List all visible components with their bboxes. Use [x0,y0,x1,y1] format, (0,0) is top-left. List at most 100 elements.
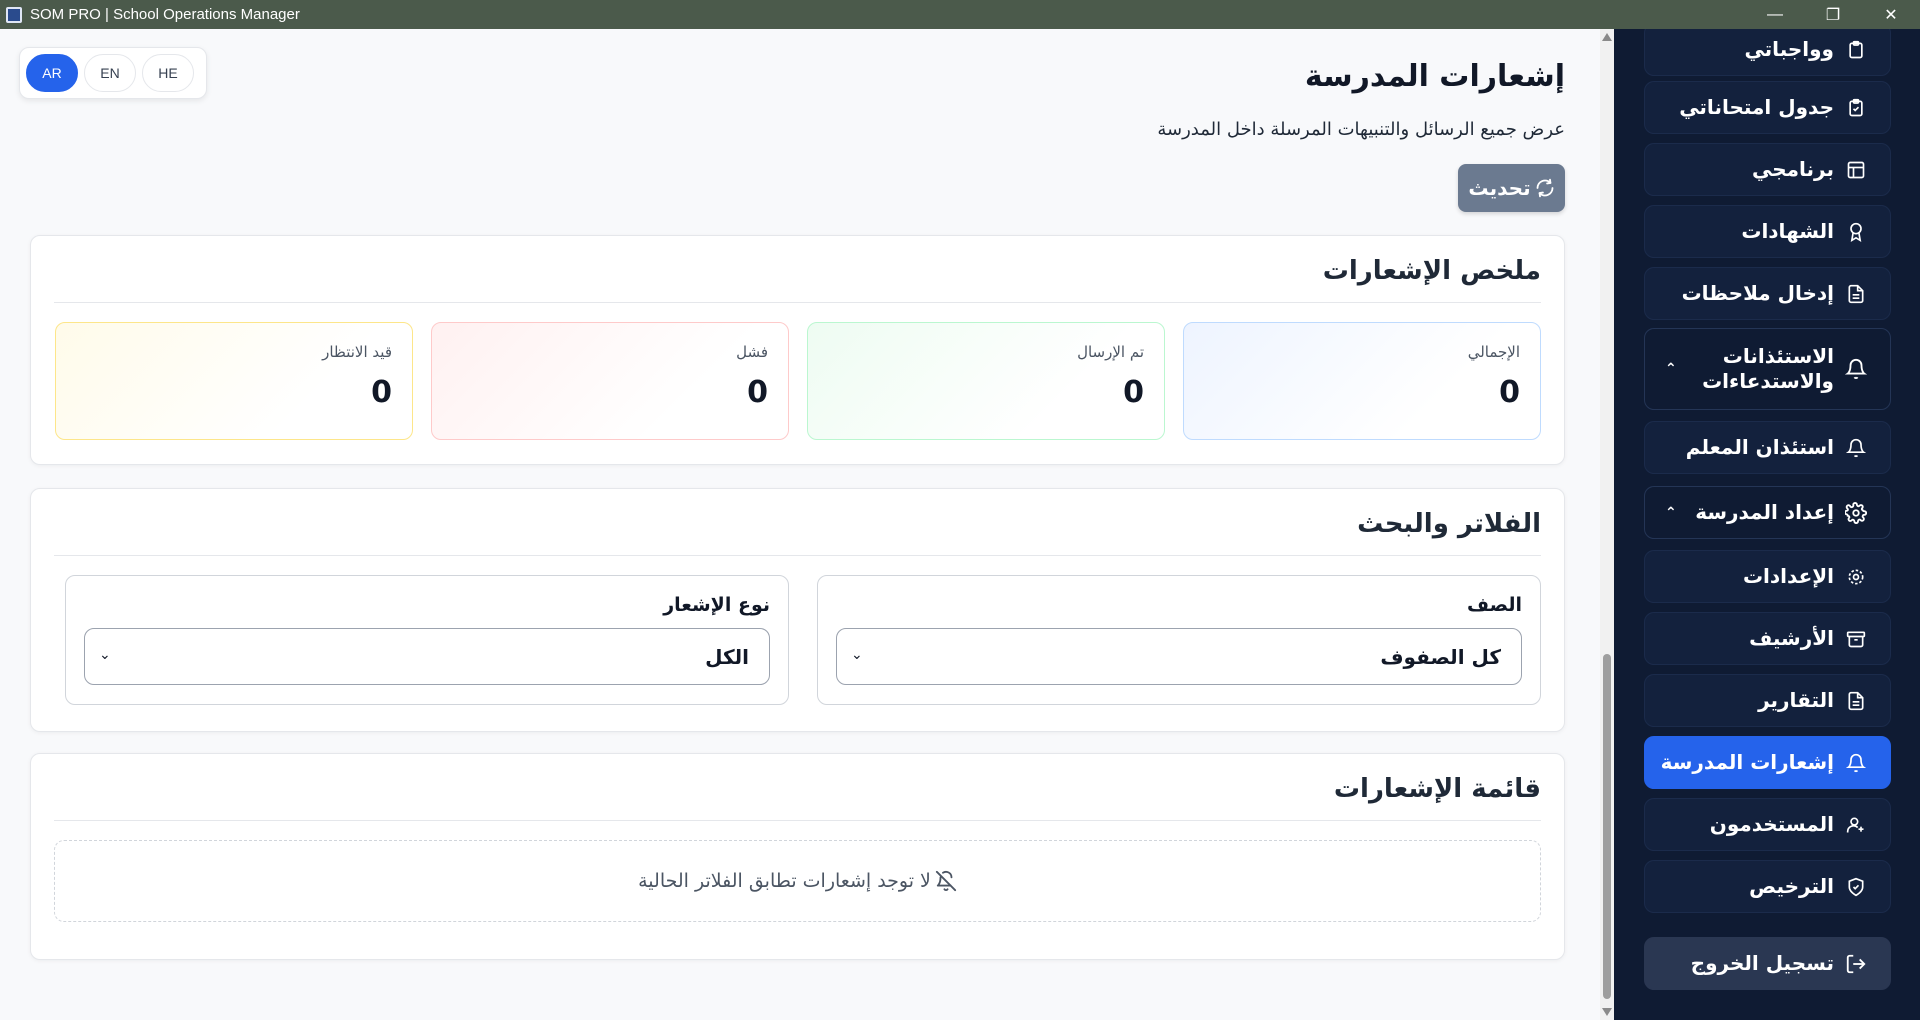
lang-button-ar[interactable]: AR [26,54,78,92]
stat-sent-value: 0 [1123,375,1144,410]
archive-icon [1844,627,1868,651]
sidebar-item-label: الترخيص [1749,874,1834,898]
notifications-list-card: قائمة الإشعارات لا توجد إشعارات تطابق ال… [30,753,1565,960]
class-select[interactable]: كل الصفوف ⌄ [836,628,1522,685]
refresh-button[interactable]: تحديث [1458,164,1565,212]
window-title: SOM PRO | School Operations Manager [30,6,300,23]
stat-failed: فشل 0 [431,322,789,440]
type-filter: نوع الإشعار الكل ⌄ [65,575,789,705]
stat-pending: قيد الانتظار 0 [55,322,413,440]
award-icon [1844,220,1868,244]
sidebar-item-license[interactable]: الترخيص [1644,860,1891,913]
app-logo-icon [6,6,22,23]
refresh-label: تحديث [1468,176,1531,200]
logout-button[interactable]: تسجيل الخروج [1644,937,1891,990]
close-icon: ✕ [1884,6,1898,24]
file-text-icon [1844,689,1868,713]
sidebar-item-label: الإعدادات [1742,564,1834,588]
chevron-down-icon: ⌄ [99,647,111,663]
minimize-button[interactable]: — [1746,0,1804,29]
filters-title: الفلاتر والبحث [1357,509,1541,539]
sidebar-item-school-notifications[interactable]: إشعارات المدرسة [1644,736,1891,789]
summary-card: ملخص الإشعارات الإجمالي 0 تم الإرسال 0 ف… [30,235,1565,465]
file-text-icon [1844,282,1868,306]
divider [54,555,1541,556]
scroll-thumb[interactable] [1603,654,1611,999]
chevron-up-icon: ⌃ [1665,504,1677,521]
sidebar-group-school-setup[interactable]: إعداد المدرسة ⌃ [1644,486,1891,539]
type-select[interactable]: الكل ⌄ [84,628,770,685]
clipboard-check-icon [1844,96,1868,120]
sidebar-item-label: التقارير [1758,688,1834,712]
lang-button-en[interactable]: EN [84,54,136,92]
sidebar-group-permissions[interactable]: الاستئذانات والاستدعاءات ⌃ [1644,328,1891,410]
bell-off-icon [935,870,956,892]
user-icon [1844,813,1868,837]
sidebar-item-label: جدول امتحاناتي [1679,95,1834,119]
gear-icon [1844,501,1868,525]
class-select-value: كل الصفوف [1380,645,1501,669]
sidebar-item-reports[interactable]: التقارير [1644,674,1891,727]
stat-failed-value: 0 [747,375,768,410]
lang-button-he[interactable]: HE [142,54,194,92]
chevron-up-icon: ⌃ [1665,361,1677,377]
sidebar-item-archive[interactable]: الأرشيف [1644,612,1891,665]
sidebar-group-label: الاستئذانات والاستدعاءات [1702,344,1834,393]
sidebar-item-label: برنامجي [1751,157,1834,181]
clipboard-icon [1844,38,1868,62]
stat-sent-label: تم الإرسال [1077,343,1144,361]
main-scrollbar[interactable] [1600,29,1614,1020]
sidebar-item-settings[interactable]: الإعدادات [1644,550,1891,603]
restore-icon: ❐ [1825,6,1841,24]
gear-icon [1844,565,1868,589]
sidebar: وواجباتي جدول امتحاناتي برنامجي الشهادات… [1614,29,1920,1020]
stat-sent: تم الإرسال 0 [807,322,1165,440]
bell-icon [1844,751,1868,775]
sidebar-item-label: استئذان المعلم [1685,435,1834,459]
bell-icon [1844,436,1868,460]
table-icon [1844,158,1868,182]
page-title: إشعارات المدرسة [1304,59,1565,94]
window-titlebar: SOM PRO | School Operations Manager — ❐ … [0,0,1920,29]
sidebar-item-label: إدخال ملاحظات [1681,281,1834,305]
sidebar-item-exam-schedule[interactable]: جدول امتحاناتي [1644,81,1891,134]
minimize-icon: — [1767,5,1783,23]
sidebar-item-certificates[interactable]: الشهادات [1644,205,1891,258]
divider [54,820,1541,821]
bell-icon [1844,357,1868,381]
class-filter: الصف كل الصفوف ⌄ [817,575,1541,705]
scroll-up-icon[interactable] [1602,33,1612,41]
sidebar-item-homework[interactable]: وواجباتي [1644,29,1891,76]
stat-total: الإجمالي 0 [1183,322,1541,440]
close-button[interactable]: ✕ [1862,0,1920,29]
stat-total-value: 0 [1499,375,1520,410]
sidebar-item-label: الشهادات [1741,219,1834,243]
language-switcher: AR EN HE [19,47,207,99]
scroll-down-icon[interactable] [1602,1008,1612,1016]
type-filter-label: نوع الإشعار [663,594,770,616]
filters-card: الفلاتر والبحث الصف كل الصفوف ⌄ نوع الإش… [30,488,1565,732]
sidebar-item-label: المستخدمون [1709,812,1834,836]
sidebar-item-my-program[interactable]: برنامجي [1644,143,1891,196]
sidebar-item-enter-notes[interactable]: إدخال ملاحظات [1644,267,1891,320]
refresh-icon [1536,178,1554,198]
stat-total-label: الإجمالي [1467,343,1520,361]
empty-state: لا توجد إشعارات تطابق الفلاتر الحالية [54,840,1541,922]
stat-pending-label: قيد الانتظار [322,343,392,361]
type-select-value: الكل [705,645,749,669]
shield-icon [1844,875,1868,899]
main-content: AR EN HE إشعارات المدرسة عرض جميع الرسائ… [0,29,1614,1020]
divider [54,302,1541,303]
summary-title: ملخص الإشعارات [1322,256,1541,286]
stat-pending-value: 0 [371,375,392,410]
restore-button[interactable]: ❐ [1804,0,1862,29]
sidebar-item-label: إشعارات المدرسة [1660,750,1834,774]
list-title: قائمة الإشعارات [1333,774,1541,804]
sidebar-item-users[interactable]: المستخدمون [1644,798,1891,851]
class-filter-label: الصف [1467,594,1522,616]
logout-label: تسجيل الخروج [1690,951,1834,975]
chevron-down-icon: ⌄ [851,647,863,663]
sidebar-item-teacher-permission[interactable]: استئذان المعلم [1644,421,1891,474]
empty-message: لا توجد إشعارات تطابق الفلاتر الحالية [638,870,931,892]
sidebar-item-label: وواجباتي [1744,37,1834,61]
